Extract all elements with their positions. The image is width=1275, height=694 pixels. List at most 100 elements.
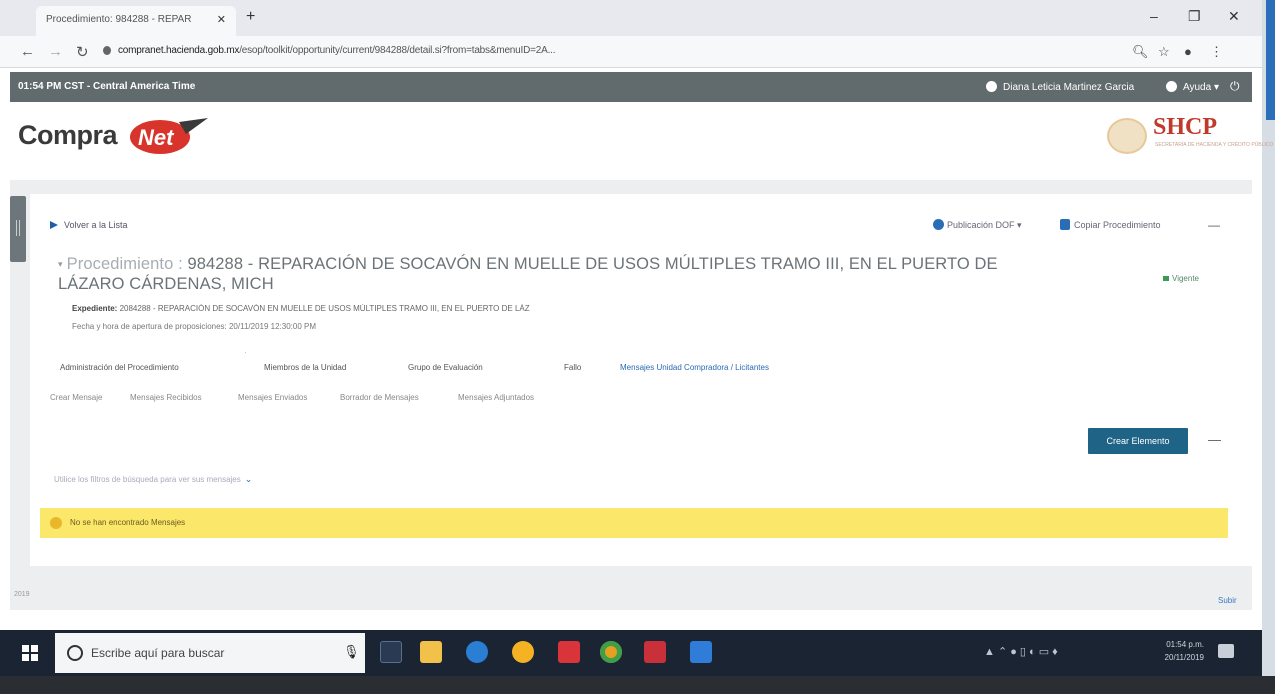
user-icon [986, 81, 997, 92]
screen: Procedimiento: 984288 - REPAR ✕ + – ❐ ✕ … [0, 0, 1275, 694]
shcp-seal-icon [1107, 118, 1147, 154]
procedure-title: ▾ Procedimiento : 984288 - REPARACIÓN DE … [58, 254, 998, 294]
subtab-sent[interactable]: Mensajes Enviados [238, 393, 307, 402]
cortana-icon [67, 645, 83, 661]
browser-tab[interactable]: Procedimiento: 984288 - REPAR ✕ [36, 6, 236, 36]
expediente-value: 2084288 - REPARACIÓN DE SOCAVÓN EN MUELL… [119, 304, 530, 313]
browser-tab-bar: Procedimiento: 984288 - REPAR ✕ + – ❐ ✕ [0, 0, 1262, 36]
new-tab-button[interactable]: + [246, 8, 255, 26]
address-bar: ← → ↻ compranet.hacienda.gob.mx/esop/too… [0, 36, 1262, 68]
shcp-text: SHCP [1153, 114, 1218, 140]
create-element-button[interactable]: Crear Elemento [1088, 428, 1188, 454]
menu-dots-icon[interactable]: ⋮ [1210, 44, 1223, 60]
expediente-line: Expediente: 2084288 - REPARACIÓN DE SOCA… [72, 304, 772, 313]
blue-app-icon[interactable] [690, 641, 712, 663]
logo-net-graphic: Net [130, 118, 208, 154]
subtab-drafts[interactable]: Borrador de Mensajes [340, 393, 419, 402]
right-edge-strip [1262, 0, 1275, 694]
browser-tab-title: Procedimiento: 984288 - REPAR [46, 14, 192, 25]
alert-message: No se han encontrado Mensajes [70, 518, 186, 527]
back-to-list-link[interactable]: Volver a la Lista [50, 220, 128, 230]
expediente-label: Expediente: [72, 304, 118, 313]
subtab-create-message[interactable]: Crear Mensaje [50, 393, 102, 402]
help-label: Ayuda [1183, 82, 1212, 93]
filter-label: Utilice los filtros de búsqueda para ver… [54, 475, 241, 484]
url-domain: compranet.hacienda.gob.mx [118, 45, 240, 56]
help-icon [1166, 81, 1177, 92]
status-badge: Vigente [1163, 274, 1199, 283]
user-menu[interactable]: Diana Leticia Martinez Garcia [986, 81, 1134, 93]
zoom-icon[interactable]: 🔍︎ [1132, 44, 1149, 60]
copy-label: Copiar Procedimiento [1074, 220, 1161, 230]
user-name: Diana Leticia Martinez Garcia [1003, 82, 1135, 93]
tab-administration[interactable]: Administración del Procedimiento [60, 363, 179, 372]
file-explorer-icon[interactable] [420, 641, 442, 663]
status-label: Vigente [1172, 274, 1199, 283]
microphone-icon[interactable]: 🎙︎ [343, 644, 360, 660]
publication-icon [933, 219, 944, 230]
tab-unit-members[interactable]: Miembros de la Unidad [264, 363, 346, 372]
taskbar-clock[interactable]: 01:54 p.m. 20/11/2019 [1148, 638, 1204, 664]
os-taskbar: Escribe aquí para buscar 🎙︎ ▲ ⌃ ● ▯ ◐ ▭ … [0, 630, 1262, 676]
clock-date: 20/11/2019 [1164, 653, 1204, 662]
help-menu[interactable]: Ayuda ▾ [1166, 81, 1219, 93]
chrome-icon[interactable] [600, 641, 622, 663]
url-path: /esop/toolkit/opportunity/current/984288… [239, 45, 556, 56]
clock-time: 01:54 p.m. [1166, 640, 1204, 649]
copy-icon [1060, 219, 1070, 230]
collapse-panel-icon[interactable]: — [1208, 432, 1221, 447]
subtab-received[interactable]: Mensajes Recibidos [130, 393, 202, 402]
back-arrow-icon[interactable]: ← [20, 43, 35, 60]
windows-start-icon[interactable] [22, 645, 38, 661]
tab-messages[interactable]: Mensajes Unidad Compradora / Licitantes [620, 363, 769, 372]
maximize-icon[interactable]: ❐ [1188, 8, 1201, 25]
close-window-icon[interactable]: ✕ [1228, 8, 1240, 25]
subtab-attached[interactable]: Mensajes Adjuntados [458, 393, 534, 402]
close-tab-icon[interactable]: ✕ [217, 13, 226, 26]
filter-toggle[interactable]: Utilice los filtros de búsqueda para ver… [54, 474, 252, 485]
procedure-title-text: 984288 - REPARACIÓN DE SOCAVÓN EN MUELLE… [58, 255, 998, 293]
separator-dot: · [244, 348, 247, 357]
screen-bottom-border [0, 676, 1275, 694]
collapse-caret-icon[interactable]: ▾ [58, 259, 63, 269]
site-info-icon[interactable] [103, 46, 111, 55]
system-tray[interactable]: ▲ ⌃ ● ▯ ◐ ▭ ♦ [984, 645, 1058, 658]
copy-procedure-link[interactable]: Copiar Procedimiento [1060, 219, 1161, 230]
warning-icon [50, 517, 62, 529]
taskbar-search-placeholder: Escribe aquí para buscar [91, 646, 225, 660]
reload-icon[interactable]: ↻ [76, 43, 89, 61]
status-icon [1163, 276, 1169, 281]
publication-dof-link[interactable]: Publicación DOF ▾ [933, 219, 1022, 231]
back-to-list-label: Volver a la Lista [64, 220, 128, 230]
tab-evaluation-group[interactable]: Grupo de Evaluación [408, 363, 483, 372]
url-field[interactable]: compranet.hacienda.gob.mx/esop/toolkit/o… [118, 45, 818, 56]
chat-app-icon[interactable] [512, 641, 534, 663]
notifications-icon[interactable] [1218, 644, 1234, 658]
scroll-top-link[interactable]: Subir [1218, 596, 1237, 605]
minimize-icon[interactable]: – [1150, 8, 1158, 24]
red-app-icon[interactable] [558, 641, 580, 663]
collapse-icon[interactable]: — [1208, 218, 1220, 232]
task-view-icon[interactable] [380, 641, 402, 663]
session-time: 01:54 PM CST - Central America Time [18, 81, 196, 92]
opening-date: Fecha y hora de apertura de proposicione… [72, 322, 317, 331]
star-icon[interactable]: ☆ [1158, 44, 1170, 60]
publication-label: Publicación DOF [947, 220, 1015, 230]
pdf-app-icon[interactable] [644, 641, 666, 663]
taskbar-search[interactable]: Escribe aquí para buscar 🎙︎ [55, 633, 365, 673]
tab-ruling[interactable]: Fallo [564, 363, 581, 372]
logo-net-text: Net [138, 125, 175, 150]
forward-arrow-icon[interactable]: → [48, 43, 63, 60]
shcp-logo[interactable]: SHCP SECRETARÍA DE HACIENDA Y CRÉDITO PÚ… [1107, 112, 1273, 156]
session-bar: 01:54 PM CST - Central America Time Dian… [10, 72, 1252, 102]
sidebar-toggle-handle[interactable] [10, 196, 26, 262]
chevron-down-icon: ⌄ [244, 474, 253, 484]
logo-compra-text: Compra [18, 120, 118, 150]
procedure-title-prefix: Procedimiento : [66, 255, 188, 273]
shcp-subtitle: SECRETARÍA DE HACIENDA Y CRÉDITO PÚBLICO [1155, 142, 1274, 148]
footer-copyright: 2019 [14, 591, 30, 598]
edge-browser-icon[interactable] [466, 641, 488, 663]
profile-icon[interactable]: ● [1184, 44, 1192, 59]
logout-icon[interactable]: ⏻ [1230, 79, 1240, 94]
no-messages-alert: No se han encontrado Mensajes [40, 508, 1228, 538]
